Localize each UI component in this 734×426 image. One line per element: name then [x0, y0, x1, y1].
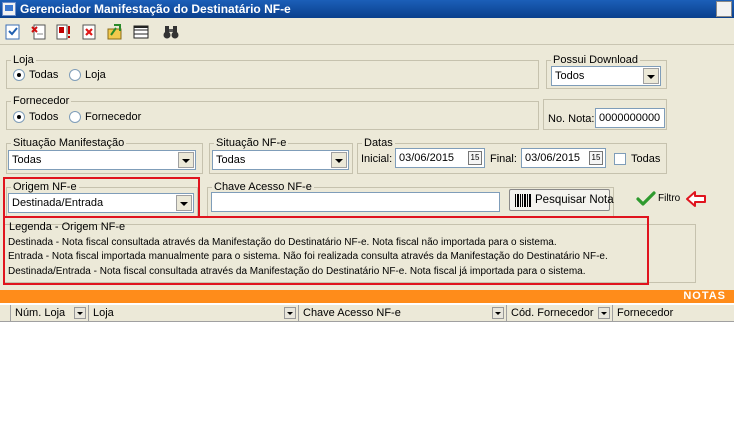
- data-inicial-label: Inicial:: [361, 153, 393, 165]
- delete-document-icon[interactable]: [80, 23, 98, 41]
- highlight-box: [3, 177, 200, 218]
- data-inicial-input[interactable]: 03/06/2015 15: [395, 148, 485, 168]
- pesquisar-nota-label: Pesquisar Nota: [535, 194, 614, 206]
- chevron-down-icon[interactable]: [284, 307, 296, 319]
- situacao-manifestacao-select[interactable]: Todas: [8, 150, 196, 170]
- situacao-nfe-select[interactable]: Todas: [212, 150, 349, 170]
- legenda-title: Legenda - Origem NF-e: [9, 221, 126, 233]
- select-value: Todas: [216, 154, 246, 166]
- radio-dot: [69, 111, 81, 123]
- new-document-icon[interactable]: [30, 23, 48, 41]
- row-indicator-column: [0, 305, 11, 322]
- datas-legend: Datas: [364, 137, 393, 149]
- pesquisar-nota-button[interactable]: Pesquisar Nota: [509, 189, 614, 211]
- fornecedor-legend: Fornecedor: [13, 95, 70, 107]
- radio-label: Fornecedor: [85, 111, 142, 123]
- chevron-down-icon[interactable]: [74, 307, 86, 319]
- toolbar: [0, 18, 734, 45]
- chevron-down-icon[interactable]: [598, 307, 610, 319]
- column-header-chave-acesso[interactable]: Chave Acesso NF-e: [299, 305, 507, 322]
- radio-loja-todas[interactable]: Todas: [13, 69, 58, 81]
- column-header-num-loja[interactable]: Núm. Loja: [11, 305, 89, 322]
- select-value: Todas: [12, 154, 42, 166]
- legenda-line-destinada: Destinada - Nota fiscal consultada atrav…: [8, 237, 557, 248]
- grid-body[interactable]: [0, 322, 734, 426]
- window-control-button[interactable]: [716, 1, 732, 17]
- title-bar: Gerenciador Manifestação do Destinatário…: [0, 0, 734, 18]
- chevron-down-icon[interactable]: [331, 152, 347, 168]
- nota-label: No. Nota:: [548, 113, 595, 125]
- alert-document-icon[interactable]: [54, 23, 72, 41]
- radio-dot: [69, 69, 81, 81]
- radio-fornecedor-fornecedor[interactable]: Fornecedor: [69, 111, 141, 123]
- column-header-cod-fornecedor[interactable]: Cód. Fornecedor: [507, 305, 613, 322]
- app-icon: [2, 2, 16, 16]
- arrow-left-icon: [686, 191, 706, 207]
- radio-label: Todas: [29, 69, 59, 81]
- situacao-nfe-legend: Situação NF-e: [216, 137, 287, 149]
- possui-download-select[interactable]: Todos: [551, 66, 661, 86]
- chevron-down-icon[interactable]: [178, 152, 194, 168]
- calendar-icon[interactable]: 15: [589, 151, 603, 165]
- data-final-input[interactable]: 03/06/2015 15: [521, 148, 606, 168]
- column-header-label: Loja: [93, 307, 114, 319]
- chave-acesso-input[interactable]: [211, 192, 500, 212]
- grid-header: Núm. Loja Loja Chave Acesso NF-e Cód. Fo…: [0, 304, 734, 322]
- radio-dot: [13, 69, 25, 81]
- grid-view-icon[interactable]: [132, 23, 150, 41]
- column-header-label: Fornecedor: [617, 307, 674, 319]
- radio-loja-loja[interactable]: Loja: [69, 69, 106, 81]
- chevron-down-icon[interactable]: [643, 68, 659, 84]
- calendar-icon[interactable]: 15: [468, 151, 482, 165]
- radio-dot: [13, 111, 25, 123]
- column-header-loja[interactable]: Loja: [89, 305, 299, 322]
- radio-label: Todos: [29, 111, 59, 123]
- nota-input[interactable]: 0000000000: [595, 108, 665, 128]
- data-final-value: 03/06/2015: [525, 152, 581, 164]
- column-header-label: Cód. Fornecedor: [511, 307, 594, 319]
- legenda-line-entrada: Entrada - Nota fiscal importada manualme…: [8, 251, 608, 262]
- window-title: Gerenciador Manifestação do Destinatário…: [20, 2, 291, 16]
- legenda-line-destinada-entrada: Destinada/Entrada - Nota fiscal consulta…: [8, 266, 586, 277]
- radio-fornecedor-todos[interactable]: Todos: [13, 111, 58, 123]
- binoculars-icon[interactable]: [162, 23, 180, 41]
- barcode-icon: [515, 194, 531, 207]
- chevron-down-icon[interactable]: [492, 307, 504, 319]
- filtro-label[interactable]: Filtro: [658, 193, 680, 204]
- filter-panel: Loja Todas Loja Possui Download Todos Fo…: [0, 45, 734, 290]
- notas-section-header: NOTAS: [0, 290, 734, 303]
- radio-label: Loja: [85, 69, 106, 81]
- datas-todas-checkbox[interactable]: [614, 153, 626, 165]
- situacao-manifestacao-legend: Situação Manifestação: [13, 137, 125, 149]
- section-title: NOTAS: [683, 290, 726, 302]
- check-icon[interactable]: [636, 191, 656, 207]
- column-header-fornecedor[interactable]: Fornecedor: [613, 305, 734, 322]
- data-final-label: Final:: [490, 153, 517, 165]
- nota-value: 0000000000: [599, 112, 661, 124]
- possui-download-legend: Possui Download: [553, 54, 638, 66]
- export-icon[interactable]: [106, 23, 124, 41]
- column-header-label: Chave Acesso NF-e: [303, 307, 401, 319]
- loja-legend: Loja: [13, 54, 34, 66]
- select-value: Todos: [555, 70, 585, 82]
- column-header-label: Núm. Loja: [15, 307, 66, 319]
- check-list-icon[interactable]: [4, 23, 22, 41]
- datas-todas-label: Todas: [631, 153, 661, 165]
- data-inicial-value: 03/06/2015: [399, 152, 455, 164]
